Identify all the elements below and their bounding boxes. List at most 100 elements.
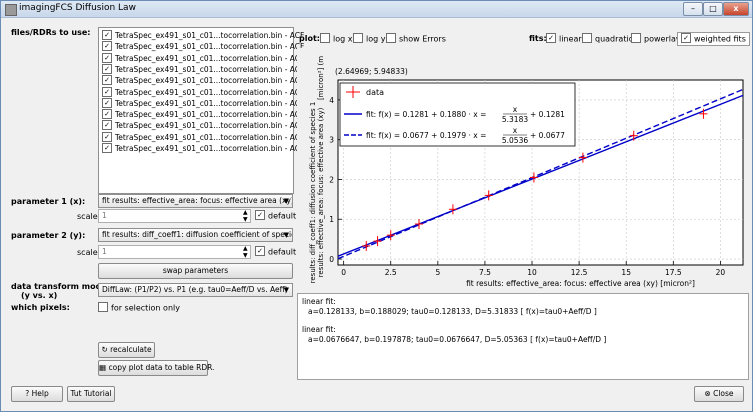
file-list-item[interactable]: ✓ TetraSpec_ex491_s01_c01...tocorrelation… [102, 41, 304, 52]
plot-label: plot: [299, 34, 320, 43]
check-icon: ✓ [255, 246, 265, 256]
param2-label: parameter 2 (y): [11, 231, 86, 240]
x-tick-label: 17.5 [665, 268, 682, 277]
check-icon: ✓ [102, 41, 112, 52]
check-icon: ✓ [102, 131, 112, 142]
logy-checkbox[interactable]: log y [353, 33, 385, 44]
window-title: imagingFCS Diffusion Law [19, 3, 136, 13]
legend-fit2-numerator: x [513, 126, 518, 135]
scale2-default-checkbox[interactable]: ✓ default [255, 246, 296, 257]
minimize-button[interactable]: – [683, 2, 703, 16]
file-name: TetraSpec_ex491_s01_c01...tocorrelation.… [115, 98, 305, 108]
x-tick-label: 0 [341, 268, 346, 277]
check-icon: ✓ [102, 143, 112, 153]
check-icon: ✓ [102, 109, 112, 120]
file-list-item[interactable]: ✓ TetraSpec_ex491_s01_c01...tocorrelation… [102, 75, 304, 86]
files-list[interactable]: ✓ TetraSpec_ex491_s01_c01...tocorrelation… [98, 27, 304, 194]
file-name: TetraSpec_ex491_s01_c01...tocorrelation.… [115, 110, 305, 120]
linear-checkbox[interactable]: ✓ linear [546, 33, 582, 44]
file-list-item[interactable]: ✓ TetraSpec_ex491_s01_c01...tocorrelation… [102, 52, 304, 64]
y-tick-label: 2 [329, 175, 334, 184]
check-icon: ✓ [102, 97, 112, 108]
check-icon: ✓ [102, 86, 112, 97]
show-errors-checkbox[interactable]: show Errors [386, 33, 446, 44]
scale1-spin-arrows[interactable]: ▲ ▼ [243, 209, 248, 223]
param1-label: parameter 1 (x): [11, 197, 86, 206]
weighted-fits-checkbox[interactable]: ✓ weighted fits [677, 32, 750, 46]
check-icon: ✓ [681, 33, 691, 43]
main-window: imagingFCS Diffusion Law – □ x files/RDR… [0, 0, 753, 412]
checkbox-box [386, 33, 396, 43]
file-list-item[interactable]: ✓ TetraSpec_ex491_s01_c01...tocorrelation… [102, 131, 305, 143]
y-axis-label-a: results: effective_area: focus: effectiv… [317, 107, 325, 277]
check-icon: ✓ [102, 75, 112, 86]
tutorial-button[interactable]: Tut Tutorial [67, 386, 115, 402]
legend-fit2-text: fit: f(x) = 0.0677 + 0.1979 · x = [366, 131, 486, 140]
checkbox-box [353, 33, 363, 43]
legend-fit1-tail: + 0.1281 [530, 110, 565, 119]
result-line-4: a=0.0676647, b=0.197878; tau0=0.0676647,… [308, 335, 607, 344]
check-icon: ✓ [102, 120, 112, 131]
legend-fit1-text: fit: f(x) = 0.1281 + 0.1880 · x = [366, 110, 486, 119]
maximize-button[interactable]: □ [703, 2, 723, 16]
help-button[interactable]: ? Help [11, 386, 63, 402]
x-tick-label: 7.5 [479, 268, 491, 277]
y-tick-label: 4 [329, 96, 334, 105]
result-line-3: linear fit: [302, 325, 336, 334]
scale2-spin-arrows[interactable]: ▲ ▼ [243, 245, 248, 259]
check-icon: ✓ [546, 33, 556, 43]
powerlaw-checkbox[interactable]: powerlaw [631, 33, 682, 44]
x-axis-label: fit results: effective_area: focus: effe… [466, 279, 695, 288]
file-name: TetraSpec_ex491_s01_c01...tocorrelation.… [115, 132, 305, 142]
result-line-1: linear fit: [302, 297, 336, 306]
x-tick-label: 5 [435, 268, 440, 277]
transform-sublabel: (y vs. x) [21, 291, 58, 300]
check-icon: ✓ [102, 63, 112, 74]
selection-only-checkbox[interactable]: for selection only [98, 302, 180, 313]
scale2-label: scale: [77, 248, 101, 257]
window-close-button[interactable]: x [723, 2, 749, 16]
file-list-item[interactable]: ✓ TetraSpec_ex491_s01_c01...tocorrelation… [102, 63, 305, 75]
scale1-label: scale: [77, 212, 101, 221]
check-icon: ✓ [102, 52, 112, 63]
legend-fit1-numerator: x [513, 105, 518, 114]
logx-checkbox[interactable]: log x [320, 33, 352, 44]
scale2-input[interactable]: 1 [98, 245, 251, 259]
y-tick-label: 1 [329, 215, 334, 224]
fits-label: fits: [529, 34, 547, 43]
result-line-2: a=0.128133, b=0.188029; tau0=0.128133, D… [308, 307, 597, 316]
quadratic-checkbox[interactable]: quadratic [582, 33, 633, 44]
diffusion-law-chart[interactable]: 0 2.5 5 7.5 10 12.5 15 17.5 20 0 1 2 3 4 data fit: f(x)… [297, 48, 748, 289]
file-name: TetraSpec_ex491_s01_c01...tocorrelation.… [115, 76, 305, 86]
x-tick-label: 10 [527, 268, 537, 277]
copy-plot-data-button[interactable]: ▦ copy plot data to table RDR. [98, 360, 214, 376]
file-list-item[interactable]: ✓ TetraSpec_ex491_s01_c01...tocorrelation… [102, 97, 305, 109]
legend-fit2-denominator: 5.0536 [502, 136, 528, 145]
scale1-default-checkbox[interactable]: ✓ default [255, 210, 296, 221]
param2-select[interactable]: fit results: diff_coeff1: diffusion coef… [98, 228, 293, 242]
recalculate-button[interactable]: ↻ recalculate [98, 342, 155, 358]
x-tick-label: 2.5 [385, 268, 397, 277]
title-bar: imagingFCS Diffusion Law – □ x [1, 1, 752, 18]
results-text: linear fit: a=0.128133, b=0.188029; tau0… [297, 293, 749, 380]
legend-fit2-tail: + 0.0677 [530, 131, 565, 140]
file-list-item[interactable]: ✓ TetraSpec_ex491_s01_c01...tocorrelation… [102, 143, 304, 154]
file-list-item[interactable]: ✓ TetraSpec_ex491_s01_c01...tocorrelation… [102, 109, 304, 120]
swap-parameters-button[interactable]: swap parameters [98, 263, 293, 279]
file-name: TetraSpec_ex491_s01_c01...tocorrelation.… [115, 64, 305, 74]
file-list-item[interactable]: ✓ TetraSpec_ex491_s01_c01...tocorrelation… [102, 120, 304, 131]
plot-panel[interactable]: 0 2.5 5 7.5 10 12.5 15 17.5 20 0 1 2 3 4 data fit: f(x)… [297, 48, 748, 289]
y-tick-label: 3 [329, 136, 334, 145]
transform-select[interactable]: DiffLaw: (P1/P2) vs. P1 (e.g. tau0=Aeff/… [98, 283, 293, 297]
file-list-item[interactable]: ✓ TetraSpec_ex491_s01_c01...tocorrelation… [102, 86, 304, 98]
legend-data-label: data [366, 88, 384, 97]
x-tick-label: 20 [716, 268, 726, 277]
param1-select[interactable]: fit results: effective_area: focus: effe… [98, 194, 293, 208]
scale1-input[interactable]: 1 [98, 209, 251, 223]
check-icon: ✓ [102, 30, 112, 40]
file-list-item[interactable]: ✓ TetraSpec_ex491_s01_c01...tocorrelation… [102, 30, 304, 41]
close-button[interactable]: ⊗ Close [694, 386, 744, 402]
file-name: TetraSpec_ex491_s01_c01...tocorrelation.… [115, 144, 305, 153]
pixels-label: which pixels: [11, 303, 70, 312]
transform-label: data transform mode: [11, 282, 110, 291]
